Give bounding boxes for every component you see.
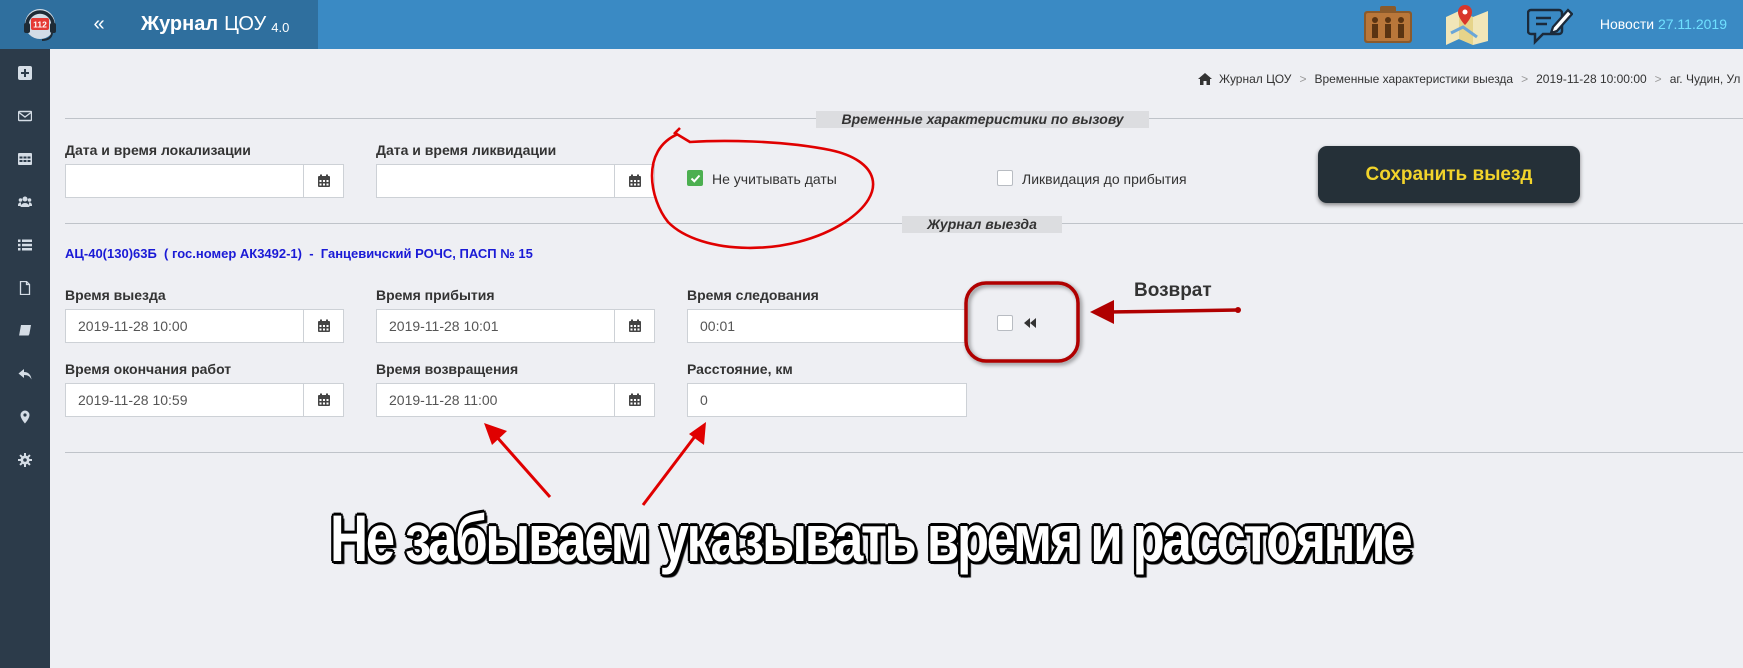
map-marker-map-icon[interactable] — [1443, 3, 1491, 46]
arrow-line — [494, 435, 552, 498]
breadcrumb-separator: > — [1299, 72, 1307, 86]
sidebar-item-add[interactable] — [0, 58, 50, 88]
breadcrumb: Журнал ЦОУ > Временные характеристики вы… — [1198, 72, 1740, 86]
breadcrumb-separator: > — [1654, 72, 1662, 86]
liquidation-input[interactable] — [376, 164, 616, 198]
logo-text: 112 — [33, 19, 47, 29]
sidebar-item-messages[interactable] — [0, 101, 50, 131]
table-icon — [18, 153, 32, 165]
list-icon — [18, 239, 32, 251]
envelope-icon — [18, 110, 32, 122]
arrival-input[interactable]: 2019-11-28 10:01 — [376, 309, 616, 343]
liquidation-calendar-button[interactable] — [614, 164, 655, 198]
liquidation-label: Дата и время ликвидации — [376, 142, 557, 158]
return-checkbox[interactable] — [997, 315, 1013, 331]
file-icon — [19, 281, 31, 295]
news-link[interactable]: Новости 27.11.2019 — [1600, 16, 1727, 32]
return-time-label: Время возвращения — [376, 361, 519, 377]
brand-subtitle: ЦОУ — [224, 13, 267, 35]
sidebar-item-users[interactable] — [0, 187, 50, 217]
save-trip-button[interactable]: Сохранить выезд — [1318, 146, 1580, 203]
localization-calendar-button[interactable] — [303, 164, 344, 198]
map-marker-icon — [20, 410, 30, 424]
departure-label: Время выезда — [65, 287, 166, 303]
distance-input[interactable]: 0 — [687, 383, 967, 417]
highlight-box — [964, 281, 1080, 363]
sidebar-item-table[interactable] — [0, 144, 50, 174]
reply-icon — [18, 369, 32, 380]
calendar-icon — [317, 393, 330, 406]
work-end-label: Время окончания работ — [65, 361, 232, 377]
arrow-head — [1090, 300, 1114, 324]
distance-label: Расстояние, км — [687, 361, 793, 377]
app-brand[interactable]: Журнал ЦОУ 4.0 — [119, 0, 318, 49]
sidebar-item-list[interactable] — [0, 230, 50, 260]
headset-logo-icon: 112 — [23, 8, 56, 41]
breadcrumb-item-section[interactable]: Временные характеристики выезда — [1314, 72, 1513, 86]
arrow-line — [641, 434, 698, 506]
breadcrumb-separator: > — [1521, 72, 1529, 86]
users-icon — [18, 196, 32, 207]
return-time-calendar-button[interactable] — [614, 383, 655, 417]
app-logo[interactable]: 112 — [0, 0, 79, 49]
liquidation-before-arrival-label[interactable]: Ликвидация до прибытия — [1022, 171, 1187, 187]
fire-station-icon[interactable] — [1362, 3, 1414, 46]
sidebar — [0, 49, 50, 668]
sidebar-item-return[interactable] — [0, 359, 50, 389]
brand-title: Журнал — [141, 13, 219, 35]
plus-square-icon — [18, 66, 32, 80]
sidebar-item-settings[interactable] — [0, 445, 50, 475]
calendar-icon — [317, 174, 330, 187]
breadcrumb-item-address[interactable]: аг. Чудин, Ул — [1670, 72, 1741, 86]
check-icon — [690, 174, 700, 183]
news-label: Новости — [1599, 16, 1655, 32]
highlight-circle — [650, 127, 875, 250]
calendar-icon — [628, 393, 641, 406]
localization-input[interactable] — [65, 164, 305, 198]
book-icon — [19, 325, 31, 337]
arrow-head — [484, 423, 507, 445]
top-navbar: 112 « Журнал ЦОУ 4.0 Новости 27.11.2019 — [0, 0, 1743, 49]
breadcrumb-item-date[interactable]: 2019-11-28 10:00:00 — [1536, 72, 1647, 86]
arrival-label: Время прибытия — [376, 287, 495, 303]
departure-input[interactable]: 2019-11-28 10:00 — [65, 309, 305, 343]
breadcrumb-item-home[interactable]: Журнал ЦОУ — [1219, 72, 1291, 86]
ignore-dates-label[interactable]: Не учитывать даты — [712, 171, 837, 187]
section-title-trip: Журнал выезда — [902, 216, 1062, 233]
fast-backward-icon[interactable] — [1023, 317, 1037, 329]
return-annotation-label: Возврат — [1134, 280, 1212, 301]
departure-calendar-button[interactable] — [303, 309, 344, 343]
home-icon[interactable] — [1198, 73, 1212, 85]
arrival-calendar-button[interactable] — [614, 309, 655, 343]
return-time-input[interactable]: 2019-11-28 11:00 — [376, 383, 616, 417]
arrow-head — [689, 422, 706, 445]
calendar-icon — [317, 319, 330, 332]
sidebar-item-documents[interactable] — [0, 273, 50, 303]
vehicle-info: АЦ-40(130)63Б ( гос.номер АК3492-1) - Га… — [65, 246, 533, 261]
arrow-tail-dot — [1235, 307, 1241, 313]
section-title-call: Временные характеристики по вызову — [816, 111, 1149, 128]
brand-version: 4.0 — [271, 19, 290, 35]
edit-message-icon[interactable] — [1527, 3, 1573, 46]
sidebar-item-journal[interactable] — [0, 316, 50, 346]
arrow-line — [1107, 308, 1239, 314]
ignore-dates-checkbox[interactable] — [687, 170, 703, 186]
work-end-calendar-button[interactable] — [303, 383, 344, 417]
section-divider — [65, 452, 1743, 453]
work-end-input[interactable]: 2019-11-28 10:59 — [65, 383, 305, 417]
sidebar-toggle-button[interactable]: « — [79, 0, 119, 49]
travel-time-input[interactable]: 00:01 — [687, 309, 967, 343]
news-date: 27.11.2019 — [1657, 16, 1727, 32]
calendar-icon — [628, 174, 641, 187]
caption-text: Не забываем указывать время и расстояние — [330, 501, 1413, 575]
liquidation-before-arrival-checkbox[interactable] — [997, 170, 1013, 186]
localization-label: Дата и время локализации — [65, 142, 251, 158]
gear-icon — [18, 453, 32, 467]
sidebar-item-location[interactable] — [0, 402, 50, 432]
travel-time-label: Время следования — [687, 287, 819, 303]
calendar-icon — [628, 319, 641, 332]
